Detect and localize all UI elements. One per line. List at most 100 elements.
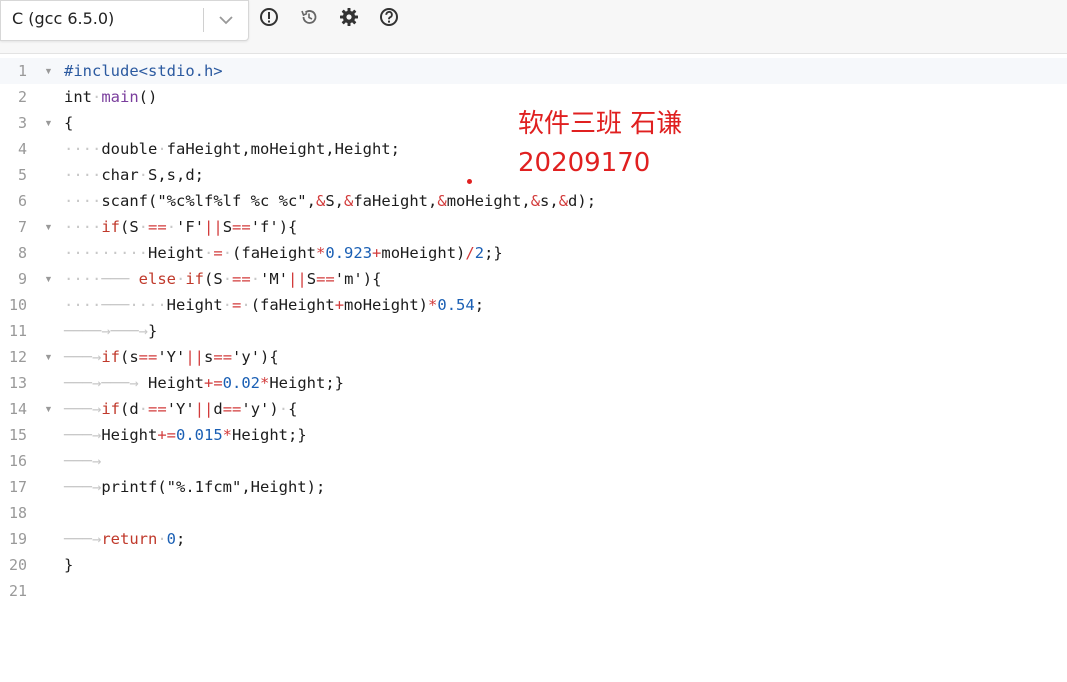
code-token: 0 (166, 530, 177, 548)
line-number: 8 (17, 244, 27, 262)
fold-arrow-icon[interactable]: ▼ (44, 396, 53, 422)
code-token: moHeight, (446, 192, 531, 210)
fold-arrow-icon[interactable]: ▼ (44, 58, 53, 84)
code-token: Height;} (269, 374, 344, 392)
code-token: moHeight) (381, 244, 466, 262)
code-token: Height (166, 296, 223, 314)
code-token: == (232, 218, 251, 236)
editor-toolbar: C (gcc 6.5.0) (0, 0, 1067, 54)
history-icon[interactable] (299, 7, 319, 27)
line-number: 13 (8, 374, 27, 392)
code-token: & (530, 192, 541, 210)
language-label: C (gcc 6.5.0) (12, 9, 115, 28)
line-number: 14 (8, 400, 27, 418)
code-line: 19 ───→return·0; (0, 526, 1067, 552)
code-token: 'f' (250, 218, 279, 236)
code-token: += (204, 374, 223, 392)
line-number: 20 (8, 556, 27, 574)
code-token: & (558, 192, 569, 210)
code-token: 'Y' (166, 400, 195, 418)
code-token: Height (148, 244, 204, 262)
code-line: 8 ·········Height·=·(faHeight*0.923+moHe… (0, 240, 1067, 266)
help-icon[interactable] (379, 7, 399, 27)
line-number: 17 (8, 478, 27, 496)
code-token: 0.54 (437, 296, 475, 314)
code-line: 15 ───→Height+=0.015*Height;} (0, 422, 1067, 448)
line-number: 9 (17, 270, 27, 288)
code-token: d); (568, 192, 597, 210)
fold-arrow-icon[interactable]: ▼ (44, 214, 53, 240)
code-token: S (306, 270, 317, 288)
line-number: 12 (8, 348, 27, 366)
code-token: } (64, 556, 74, 574)
code-token: == (213, 348, 233, 366)
code-token: main (101, 88, 139, 106)
code-token: || (204, 218, 223, 236)
code-token: { (288, 400, 298, 418)
code-token: ; (176, 530, 186, 548)
code-token: 'Y' (157, 348, 186, 366)
code-token: * (316, 244, 326, 262)
chevron-down-icon[interactable] (217, 11, 235, 29)
code-token: (d (120, 400, 139, 418)
code-token: * (222, 426, 233, 444)
code-token: "%c%lf%lf %c %c" (157, 192, 307, 210)
code-line: 9 ▼ ····─── else·if(S·==·'M'||S=='m'){ (0, 266, 1067, 292)
code-token: ; (474, 296, 485, 314)
code-token: 'y' (232, 348, 261, 366)
fold-arrow-icon[interactable]: ▼ (44, 266, 53, 292)
line-number: 15 (8, 426, 27, 444)
code-token: scanf( (101, 192, 158, 210)
code-token: S,s,d; (148, 166, 204, 184)
code-token: ,Height); (241, 478, 326, 496)
code-line: 12 ▼ ───→if(s=='Y'||s=='y'){ (0, 344, 1067, 370)
line-number: 18 (8, 504, 27, 522)
code-token: s, (540, 192, 559, 210)
code-token: 0.923 (325, 244, 373, 262)
code-token: ){ (362, 270, 382, 288)
fold-arrow-icon[interactable]: ▼ (44, 110, 53, 136)
code-token: Height;} (232, 426, 307, 444)
line-number: 2 (17, 88, 27, 106)
code-token: || (194, 400, 214, 418)
code-token: 0.015 (176, 426, 223, 444)
line-number: 10 (8, 296, 27, 314)
annotation-name: 软件三班 石谦 (518, 109, 683, 139)
code-token: S (222, 218, 233, 236)
code-line: 11 ────→───→} (0, 318, 1067, 344)
select-divider (203, 8, 204, 32)
code-token: 0.02 (222, 374, 260, 392)
alert-icon[interactable] (259, 7, 279, 27)
code-token: if (101, 400, 120, 418)
code-token: ){ (260, 348, 279, 366)
code-token: (faHeight (250, 296, 335, 314)
code-token: 'y' (241, 400, 270, 418)
line-number: 7 (17, 218, 27, 236)
code-token: / (465, 244, 475, 262)
line-number: 11 (8, 322, 27, 340)
code-token: #include<stdio.h> (64, 62, 223, 80)
code-token: } (148, 322, 158, 340)
code-token: s (204, 348, 214, 366)
code-token: S, (325, 192, 344, 210)
code-token: + (334, 296, 345, 314)
code-token: & (437, 192, 447, 210)
code-token: == (138, 348, 158, 366)
annotation-dot (467, 179, 472, 184)
code-token: return (101, 530, 158, 548)
code-token: == (232, 270, 251, 288)
code-token: double (101, 140, 158, 158)
fold-arrow-icon[interactable]: ▼ (44, 344, 53, 370)
code-token: == (148, 400, 167, 418)
code-token: else (138, 270, 176, 288)
code-token: ;} (484, 244, 503, 262)
language-select[interactable]: C (gcc 6.5.0) (0, 0, 249, 41)
line-number: 21 (8, 582, 27, 600)
code-token: ) (269, 400, 279, 418)
line-number: 6 (17, 192, 27, 210)
code-token: * (428, 296, 438, 314)
code-token: char (101, 166, 139, 184)
gear-icon[interactable] (339, 7, 359, 27)
code-token: d (213, 400, 223, 418)
code-token: Height (148, 374, 204, 392)
